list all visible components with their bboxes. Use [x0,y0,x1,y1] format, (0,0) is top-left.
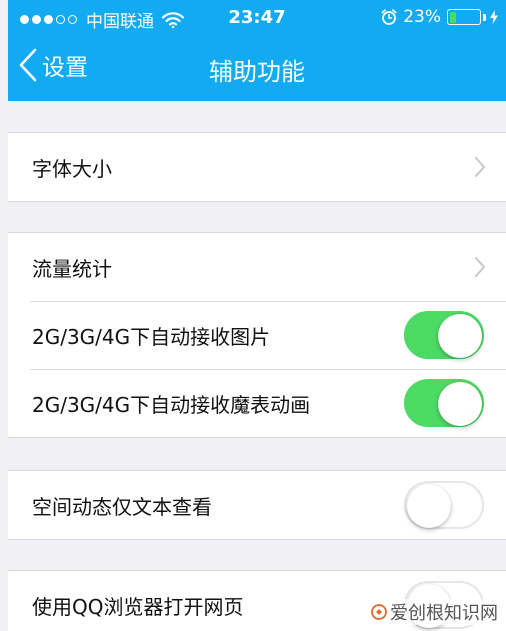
settings-group-qzone: 空间动态仅文本查看 [8,470,506,540]
qzone-text-only-toggle[interactable] [404,481,484,529]
traffic-stats-row[interactable]: 流量统计 [8,233,506,301]
battery-fill [449,11,457,23]
auto-receive-animations-row: 2G/3G/4G下自动接收魔表动画 [8,369,506,437]
page-title: 辅助功能 [209,58,305,86]
navigation-bar: 设置 辅助功能 [8,34,506,101]
status-bar: 中国联通 23:47 23% [8,0,506,34]
alarm-icon [381,9,397,25]
watermark: 爱创根知识网 [369,599,500,625]
row-label: 2G/3G/4G下自动接收魔表动画 [32,392,311,417]
watermark-logo-icon [371,604,387,620]
font-size-row[interactable]: 字体大小 [8,133,506,201]
auto-receive-images-toggle[interactable] [404,311,484,359]
battery-tip [483,13,486,21]
battery-percent: 23% [403,7,441,27]
toggle-knob [438,382,482,426]
row-label: 使用QQ浏览器打开网页 [32,594,244,619]
toggle-knob [407,484,451,528]
battery-icon [447,9,481,25]
status-right: 23% [381,7,498,27]
row-label: 空间动态仅文本查看 [32,494,212,519]
chevron-right-icon [475,157,485,177]
row-label: 字体大小 [32,156,112,181]
charging-bolt-icon [490,10,498,24]
auto-receive-images-row: 2G/3G/4G下自动接收图片 [8,301,506,369]
settings-group-font: 字体大小 [8,132,506,202]
qzone-text-only-row: 空间动态仅文本查看 [8,471,506,539]
row-label: 流量统计 [32,256,112,281]
auto-receive-animations-toggle[interactable] [404,379,484,427]
watermark-text: 爱创根知识网 [390,603,498,624]
toggle-knob [438,314,482,358]
chevron-right-icon [475,257,485,277]
settings-group-network: 流量统计 2G/3G/4G下自动接收图片 2G/3G/4G下自动接收魔表动画 [8,232,506,438]
row-label: 2G/3G/4G下自动接收图片 [32,324,271,349]
